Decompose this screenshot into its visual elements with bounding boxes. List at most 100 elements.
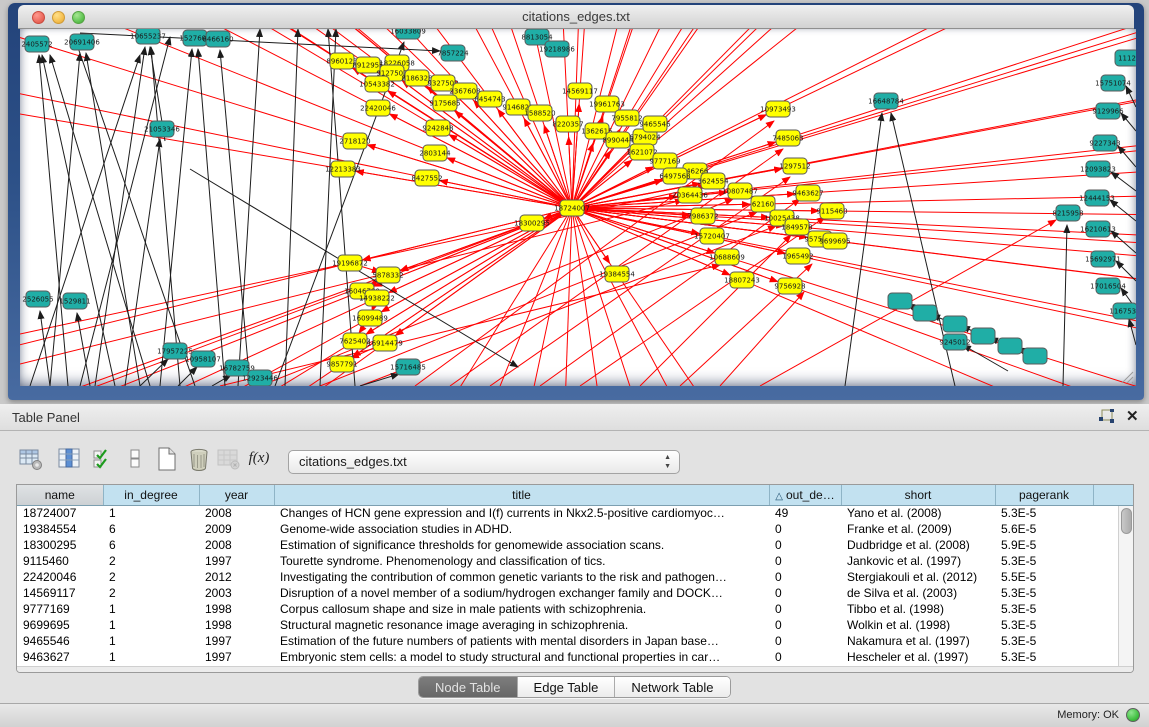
tab-edge-table[interactable]: Edge Table — [518, 677, 616, 697]
graph-node[interactable]: 2803144 — [419, 145, 451, 161]
graph-node[interactable]: 7857224 — [437, 45, 469, 61]
cell-name[interactable]: 9463627 — [17, 649, 103, 665]
graph-node[interactable]: 12093823 — [1080, 161, 1116, 177]
cell-year[interactable]: 2012 — [199, 569, 274, 585]
cell-out_de…[interactable]: 0 — [769, 585, 841, 601]
table-row[interactable]: 1456911722003Disruption of a novel membe… — [17, 585, 1133, 601]
graph-node[interactable]: 7986372 — [687, 208, 718, 224]
window-titlebar[interactable]: citations_edges.txt — [18, 5, 1134, 29]
graph-node[interactable]: 21053346 — [144, 121, 180, 137]
graph-node[interactable]: 10688609 — [709, 249, 745, 265]
citation-network-graph[interactable]: 1872400789601238912955182260589127503818… — [20, 29, 1136, 386]
cell-out_de…[interactable]: 0 — [769, 521, 841, 537]
graph-node[interactable]: 9463627 — [792, 185, 823, 201]
cell-short[interactable]: Franke et al. (2009) — [841, 521, 995, 537]
graph-node[interactable]: 7955812 — [611, 110, 642, 126]
cell-in_degree[interactable]: 1 — [103, 505, 199, 521]
graph-node[interactable]: 9115460 — [816, 203, 847, 219]
graph-node[interactable]: 2405572 — [21, 36, 52, 52]
graph-node[interactable]: 62160 — [751, 196, 775, 212]
table-row[interactable]: 977716911998Corpus callosum shape and si… — [17, 601, 1133, 617]
cell-short[interactable]: Tibbo et al. (1998) — [841, 601, 995, 617]
graph-node[interactable]: 20364436 — [672, 187, 708, 203]
delete-trash-icon[interactable] — [186, 446, 212, 472]
graph-node[interactable]: 9777169 — [649, 153, 680, 169]
graph-node[interactable] — [998, 338, 1022, 354]
new-document-icon[interactable] — [154, 446, 180, 472]
cell-year[interactable]: 2008 — [199, 505, 274, 521]
table-row[interactable]: 911546021997Tourette syndrome. Phenomeno… — [17, 553, 1133, 569]
network-canvas[interactable]: 1872400789601238912955182260589127503818… — [20, 29, 1136, 386]
column-header-short[interactable]: short — [841, 485, 995, 505]
data-grid[interactable]: namein_degreeyeartitle△out_de…shortpager… — [17, 485, 1134, 665]
graph-node[interactable]: 9245012 — [939, 334, 970, 350]
cell-short[interactable]: de Silva et al. (2003) — [841, 585, 995, 601]
cell-name[interactable]: 9115460 — [17, 553, 103, 569]
graph-node[interactable]: 2718120 — [339, 133, 370, 149]
graph-node[interactable]: 2526055 — [22, 291, 53, 307]
cell-title[interactable]: Structural magnetic resonance image aver… — [274, 617, 769, 633]
cell-out_de…[interactable]: 0 — [769, 569, 841, 585]
table-row[interactable]: 1830029562008Estimation of significance … — [17, 537, 1133, 553]
cell-short[interactable]: Nakamura et al. (1997) — [841, 633, 995, 649]
column-header-out_de…[interactable]: △out_de… — [769, 485, 841, 505]
graph-node[interactable]: 1529811 — [59, 293, 90, 309]
vertical-scrollbar[interactable] — [1118, 506, 1134, 666]
cell-pagerank[interactable]: 5.3E-5 — [995, 633, 1093, 649]
cell-title[interactable]: Estimation of significance thresholds fo… — [274, 537, 769, 553]
graph-node[interactable]: 9175685 — [429, 95, 460, 111]
cell-out_de…[interactable]: 0 — [769, 553, 841, 569]
cell-short[interactable]: Dudbridge et al. (2008) — [841, 537, 995, 553]
tab-node-table[interactable]: Node Table — [419, 677, 518, 697]
column-header-spacer[interactable] — [1093, 485, 1133, 505]
graph-node[interactable]: 8427552 — [411, 170, 442, 186]
cell-pagerank[interactable]: 5.3E-5 — [995, 553, 1093, 569]
cell-out_de…[interactable]: 0 — [769, 537, 841, 553]
table-settings-icon[interactable] — [18, 446, 44, 472]
graph-node[interactable]: 16210613 — [1080, 221, 1116, 237]
cell-name[interactable]: 9699695 — [17, 617, 103, 633]
cell-out_de…[interactable]: 0 — [769, 601, 841, 617]
cell-in_degree[interactable]: 6 — [103, 537, 199, 553]
graph-node[interactable]: 8454743 — [474, 91, 505, 107]
column-header-year[interactable]: year — [199, 485, 274, 505]
cell-name[interactable]: 18300295 — [17, 537, 103, 553]
cell-name[interactable]: 19384554 — [17, 521, 103, 537]
graph-node[interactable]: 19196872 — [332, 255, 368, 271]
graph-node[interactable]: 17016504 — [1090, 278, 1126, 294]
table-row[interactable]: 969969511998Structural magnetic resonanc… — [17, 617, 1133, 633]
cell-pagerank[interactable]: 5.3E-5 — [995, 505, 1093, 521]
graph-node[interactable]: 5878332 — [372, 267, 403, 283]
cell-title[interactable]: Disruption of a novel member of a sodium… — [274, 585, 769, 601]
cell-year[interactable]: 1997 — [199, 633, 274, 649]
cell-out_de…[interactable]: 0 — [769, 633, 841, 649]
cell-year[interactable]: 1997 — [199, 649, 274, 665]
cell-year[interactable]: 1997 — [199, 553, 274, 569]
cell-short[interactable]: Jankovic et al. (1997) — [841, 553, 995, 569]
cell-in_degree[interactable]: 1 — [103, 617, 199, 633]
row-selection-icon[interactable] — [90, 446, 116, 472]
cell-title[interactable]: Tourette syndrome. Phenomenology and cla… — [274, 553, 769, 569]
graph-node[interactable]: 8220357 — [552, 116, 583, 132]
cell-short[interactable]: Stergiakouli et al. (2012) — [841, 569, 995, 585]
cell-pagerank[interactable]: 5.3E-5 — [995, 601, 1093, 617]
cell-out_de…[interactable]: 0 — [769, 617, 841, 633]
table-row[interactable]: 946554611997Estimation of the future num… — [17, 633, 1133, 649]
cell-name[interactable]: 14569117 — [17, 585, 103, 601]
table-row[interactable]: 2242004622012Investigating the contribut… — [17, 569, 1133, 585]
graph-node[interactable] — [971, 328, 995, 344]
cell-out_de…[interactable]: 0 — [769, 649, 841, 665]
graph-node[interactable]: 6466160 — [202, 31, 233, 47]
cell-year[interactable]: 2003 — [199, 585, 274, 601]
cell-in_degree[interactable]: 1 — [103, 633, 199, 649]
graph-node[interactable]: 9242848 — [422, 120, 453, 136]
cell-name[interactable]: 9777169 — [17, 601, 103, 617]
function-builder-icon[interactable]: f(x) — [246, 450, 272, 476]
graph-node[interactable]: 1167533 — [1109, 303, 1136, 319]
cell-title[interactable]: Embryonic stem cells: a model to study s… — [274, 649, 769, 665]
graph-node[interactable] — [913, 305, 937, 321]
cell-short[interactable]: Wolkin et al. (1998) — [841, 617, 995, 633]
graph-node[interactable]: 9465546 — [639, 116, 671, 132]
graph-node[interactable]: 9699695 — [819, 233, 850, 249]
table-row[interactable]: 1938455462009Genome-wide association stu… — [17, 521, 1133, 537]
